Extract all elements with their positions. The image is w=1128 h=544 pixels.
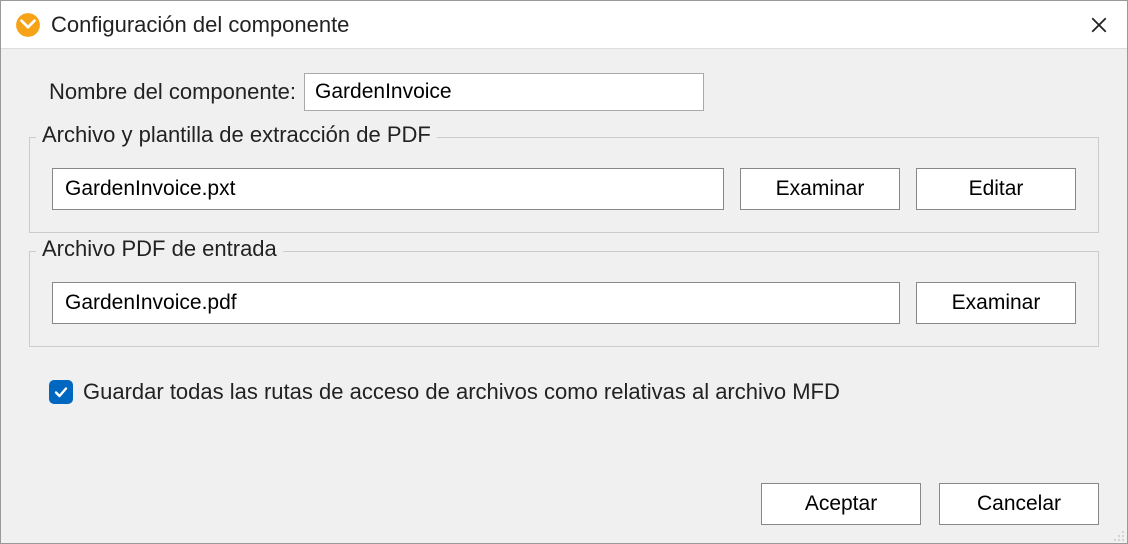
checkmark-icon [53, 384, 69, 400]
relative-paths-label[interactable]: Guardar todas las rutas de acceso de arc… [83, 379, 840, 405]
template-edit-button[interactable]: Editar [916, 168, 1076, 210]
relative-paths-checkbox[interactable] [49, 380, 73, 404]
component-name-input[interactable] [304, 73, 704, 111]
cancel-button[interactable]: Cancelar [939, 483, 1099, 525]
relative-paths-row: Guardar todas las rutas de acceso de arc… [1, 347, 1127, 405]
pdf-browse-button[interactable]: Examinar [916, 282, 1076, 324]
component-name-label: Nombre del componente: [49, 79, 296, 105]
app-icon [15, 12, 41, 38]
ok-button[interactable]: Aceptar [761, 483, 921, 525]
pdf-file-input[interactable] [52, 282, 900, 324]
titlebar: Configuración del componente [1, 1, 1127, 49]
dialog-window: Configuración del componente Nombre del … [0, 0, 1128, 544]
close-icon [1090, 16, 1108, 34]
dialog-body: Nombre del componente: Archivo y plantil… [1, 49, 1127, 543]
pdf-section-legend: Archivo PDF de entrada [36, 236, 283, 262]
pdf-section: Archivo PDF de entrada Examinar [29, 251, 1099, 347]
template-section: Archivo y plantilla de extracción de PDF… [29, 137, 1099, 233]
dialog-footer: Aceptar Cancelar [761, 483, 1099, 525]
template-section-legend: Archivo y plantilla de extracción de PDF [36, 122, 437, 148]
template-file-row: Examinar Editar [52, 168, 1076, 210]
pdf-file-row: Examinar [52, 282, 1076, 324]
component-name-row: Nombre del componente: [1, 49, 1127, 119]
window-title: Configuración del componente [51, 12, 349, 38]
template-file-input[interactable] [52, 168, 724, 210]
resize-grip[interactable] [1109, 525, 1125, 541]
template-browse-button[interactable]: Examinar [740, 168, 900, 210]
close-button[interactable] [1071, 1, 1127, 49]
